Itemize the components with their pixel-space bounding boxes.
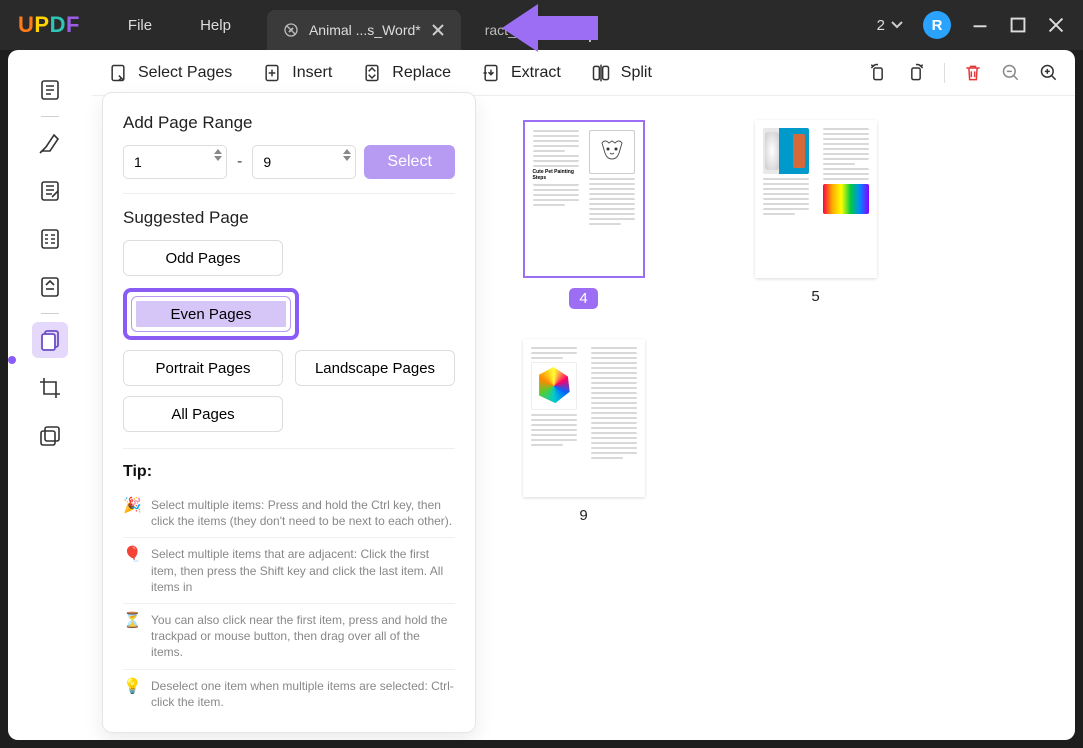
from-down[interactable] [214, 156, 222, 161]
extract-label: Extract [511, 64, 561, 82]
select-pages-label: Select Pages [138, 64, 232, 82]
menu-help[interactable]: Help [200, 17, 231, 34]
menu-file[interactable]: File [128, 17, 152, 34]
new-tab-button[interactable] [576, 22, 604, 50]
chevron-down-icon [891, 21, 903, 29]
tip-icon-hourglass: ⏳ [123, 612, 141, 630]
odd-pages-chip[interactable]: Odd Pages [123, 240, 283, 276]
tip-1: Select multiple items: Press and hold th… [151, 497, 455, 529]
rail-highlight-icon[interactable] [32, 125, 68, 161]
page-num-4: 4 [569, 288, 597, 309]
extract-button[interactable]: Extract [481, 63, 561, 83]
rail-active-dot [8, 356, 16, 364]
zoom-indicator[interactable]: 2 [877, 17, 903, 34]
range-from-input[interactable] [123, 145, 227, 179]
split-button[interactable]: Split [591, 63, 652, 83]
tip-icon-bulb: 💡 [123, 678, 141, 696]
thumb-5[interactable]: 5 [726, 120, 906, 309]
tab-close-icon[interactable] [431, 23, 445, 37]
rotate-left-icon [868, 63, 888, 83]
secondary-toolbar: Select Pages Insert Replace Extract Spli… [92, 50, 1075, 96]
tips-section: Tip: 🎉 Select multiple items: Press and h… [123, 463, 455, 718]
tab-active-label: Animal ...s_Word* [309, 22, 421, 38]
page-num-9: 9 [579, 507, 587, 524]
add-page-range-heading: Add Page Range [123, 113, 455, 133]
zoom-out-icon [1001, 63, 1021, 83]
tab-inactive[interactable]: ract_Odd [469, 10, 559, 50]
to-up[interactable] [343, 149, 351, 154]
thumb-9[interactable]: 9 [494, 339, 674, 528]
select-pages-icon [108, 63, 128, 83]
rail-batch-icon[interactable] [32, 418, 68, 454]
page-num-5: 5 [811, 288, 819, 305]
rotate-left-button[interactable] [868, 63, 888, 83]
content: Select Pages Insert Replace Extract Spli… [92, 50, 1075, 740]
tip-4: Deselect one item when multiple items ar… [151, 678, 455, 710]
select-button[interactable]: Select [364, 145, 455, 179]
insert-icon [262, 63, 282, 83]
portrait-pages-chip[interactable]: Portrait Pages [123, 350, 283, 386]
tip-icon-balloon: 🎈 [123, 546, 141, 564]
tab-edit-icon [283, 22, 299, 38]
thumb-4[interactable]: Cute Pet Painting Steps 4 [494, 120, 674, 309]
from-up[interactable] [214, 149, 222, 154]
maximize-button[interactable] [1009, 16, 1027, 34]
app-logo: UPDF [18, 12, 80, 38]
tip-3: You can also click near the first item, … [151, 612, 455, 661]
range-to-input[interactable] [252, 145, 356, 179]
replace-icon [362, 63, 382, 83]
split-icon [591, 63, 611, 83]
rail-organize-icon[interactable] [32, 322, 68, 358]
avatar[interactable]: R [923, 11, 951, 39]
tab-active[interactable]: Animal ...s_Word* [267, 10, 461, 50]
rail-reader-icon[interactable] [32, 72, 68, 108]
page-range-panel: Add Page Range - Select Suggested Page O… [102, 92, 476, 733]
title-right: 2 R [877, 11, 1083, 39]
tip-heading: Tip: [123, 463, 455, 481]
tip-icon-confetti: 🎉 [123, 497, 141, 515]
rotate-right-button[interactable] [906, 63, 926, 83]
zoom-in-icon [1039, 63, 1059, 83]
tip-2: Select multiple items that are adjacent:… [151, 546, 455, 595]
replace-button[interactable]: Replace [362, 63, 451, 83]
insert-button[interactable]: Insert [262, 63, 332, 83]
range-dash: - [235, 153, 244, 171]
hdr-steps: Cute Pet Painting Steps [533, 170, 579, 181]
rail-comment-icon[interactable] [32, 173, 68, 209]
main-area: Select Pages Insert Replace Extract Spli… [8, 50, 1075, 740]
extract-icon [481, 63, 501, 83]
split-label: Split [621, 64, 652, 82]
rotate-right-icon [906, 63, 926, 83]
close-button[interactable] [1047, 16, 1065, 34]
replace-label: Replace [392, 64, 451, 82]
even-pages-highlight: Even Pages [123, 288, 299, 340]
delete-button[interactable] [963, 63, 983, 83]
titlebar: UPDF File Help Animal ...s_Word* ract_Od… [0, 0, 1083, 50]
minimize-button[interactable] [971, 16, 989, 34]
to-down[interactable] [343, 156, 351, 161]
suggested-heading: Suggested Page [123, 208, 455, 228]
rail-sign-icon[interactable] [32, 269, 68, 305]
rail-crop-icon[interactable] [32, 370, 68, 406]
rail-form-icon[interactable] [32, 221, 68, 257]
select-pages-button[interactable]: Select Pages [108, 63, 232, 83]
tabs: Animal ...s_Word* ract_Odd [267, 0, 604, 50]
zoom-in-button[interactable] [1039, 63, 1059, 83]
tab-inactive-label: ract_Odd [485, 22, 543, 38]
all-pages-chip[interactable]: All Pages [123, 396, 283, 432]
left-rail [8, 50, 92, 740]
zoom-out-button[interactable] [1001, 63, 1021, 83]
landscape-pages-chip[interactable]: Landscape Pages [295, 350, 455, 386]
trash-icon [963, 63, 983, 83]
even-pages-chip[interactable]: Even Pages [131, 296, 291, 332]
zoom-value: 2 [877, 17, 885, 34]
insert-label: Insert [292, 64, 332, 82]
